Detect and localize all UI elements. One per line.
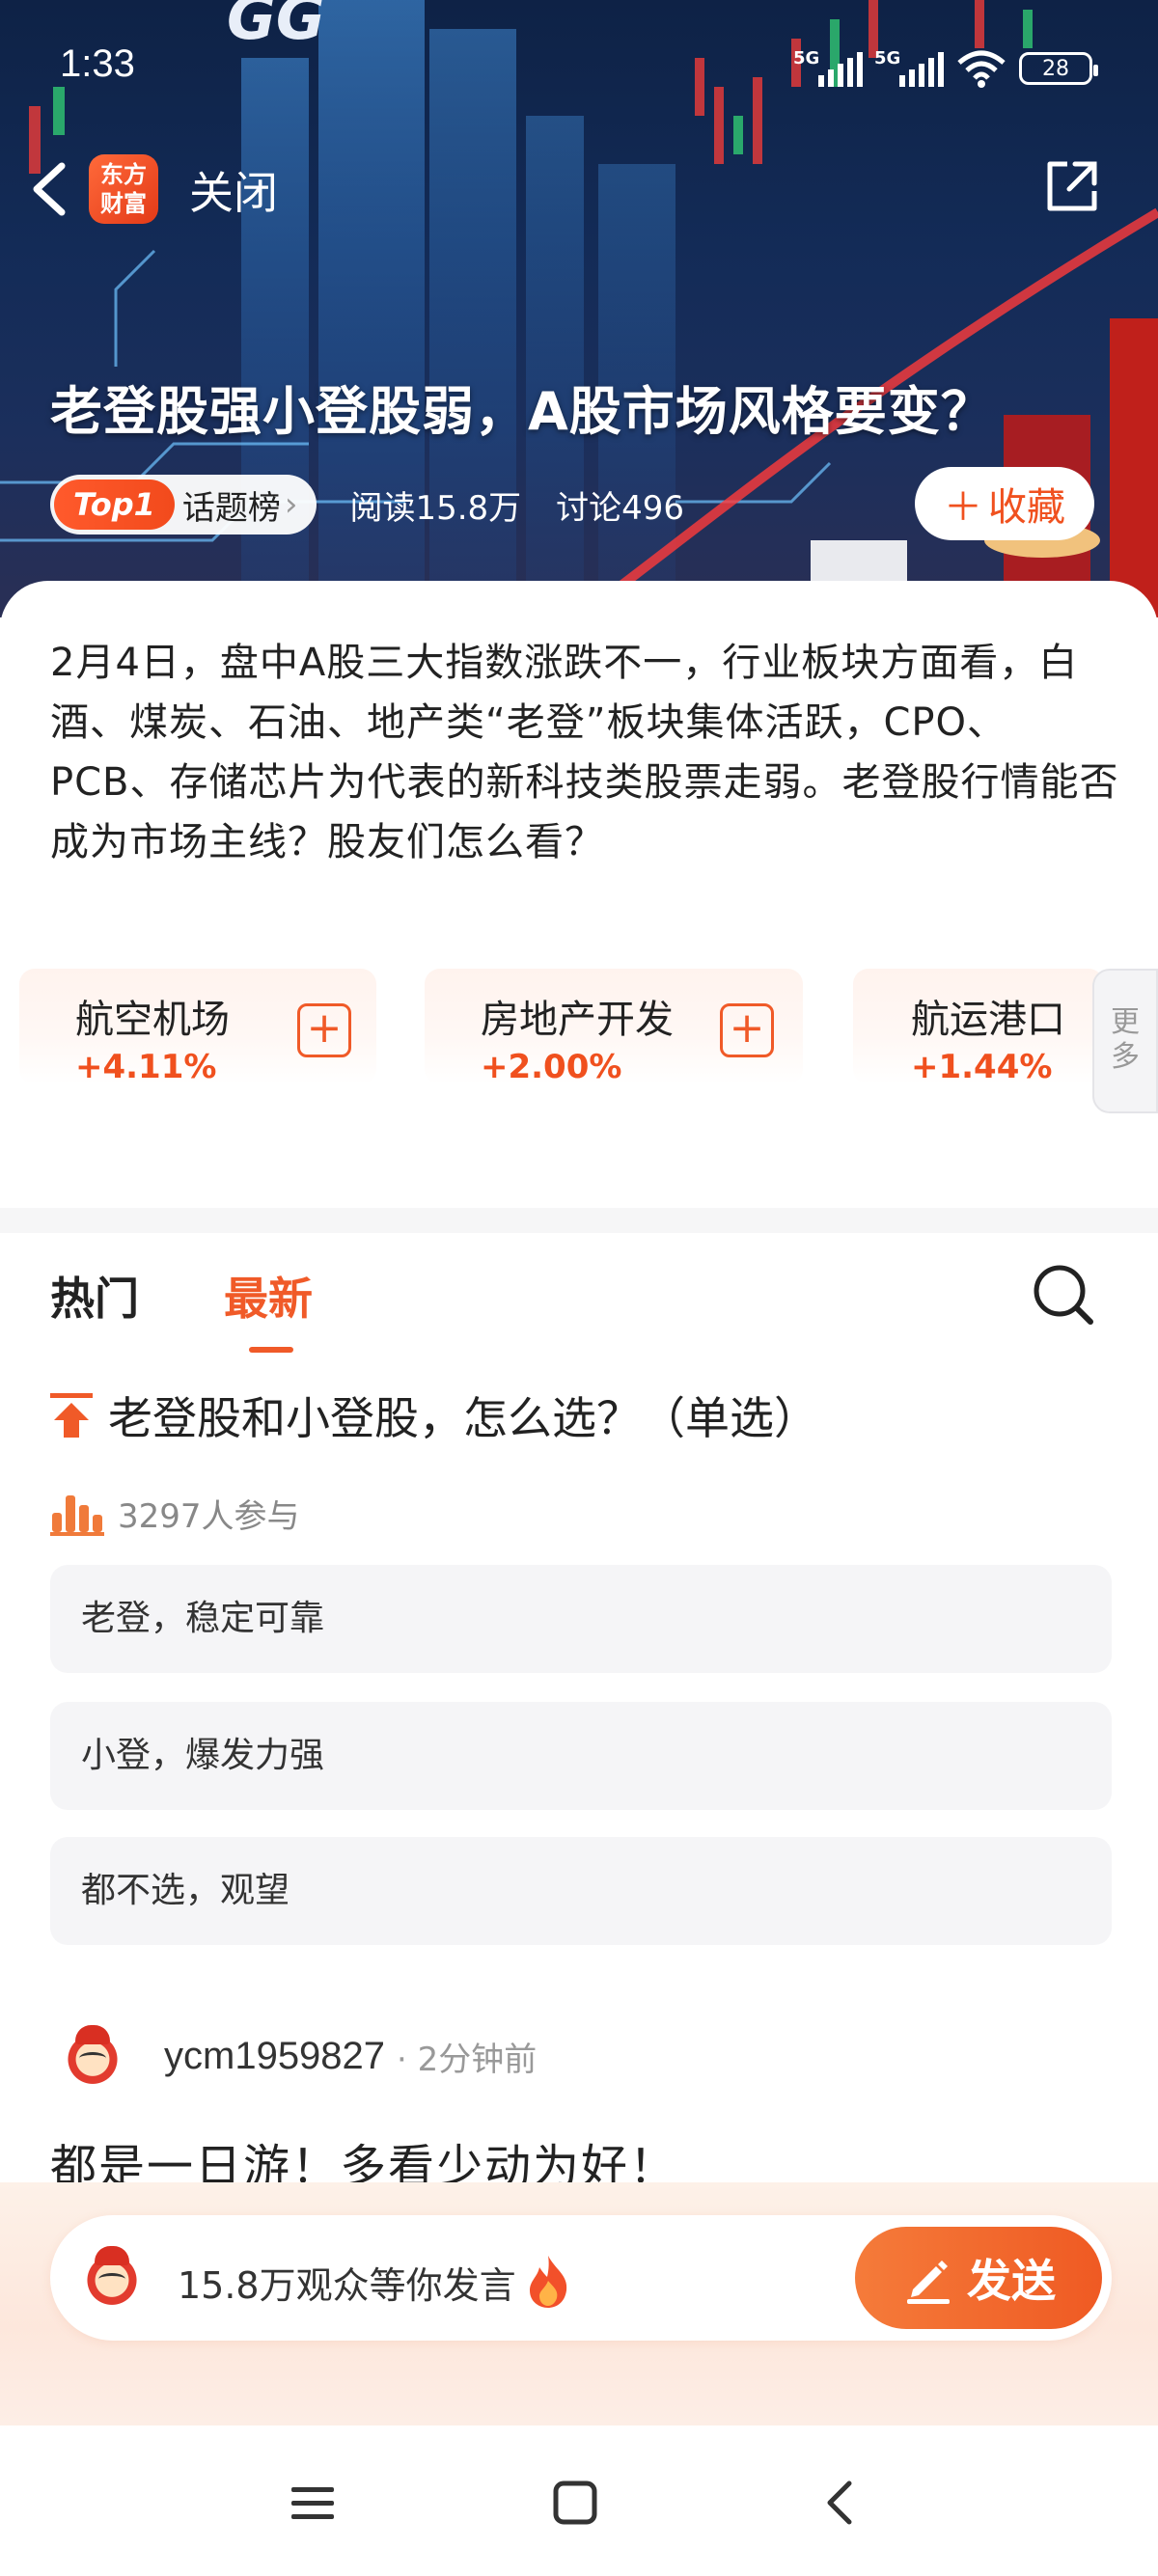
clock: 1:33 <box>60 42 135 85</box>
edit-pen-icon <box>907 2261 950 2304</box>
sector-change: +2.00% <box>481 1048 622 1086</box>
avatar <box>79 2244 145 2310</box>
avatar[interactable] <box>60 2023 125 2089</box>
back-icon[interactable] <box>811 2474 868 2532</box>
send-button[interactable]: 发送 <box>855 2227 1102 2329</box>
placeholder-text: 15.8万观众等你发言 <box>178 2263 516 2307</box>
topic-rank-link[interactable]: Top1 话题榜 › <box>50 475 317 534</box>
tab-hot[interactable]: 热门 <box>50 1264 139 1328</box>
topic-banner: GG 1:33 5G 5G 28 东方 财富 关闭 老登股强小登股弱，A股市场风… <box>0 0 1158 617</box>
poll-option[interactable]: 老登，稳定可靠 <box>50 1565 1112 1673</box>
tab-latest[interactable]: 最新 <box>224 1264 313 1328</box>
add-watchlist-icon[interactable]: + <box>720 1003 774 1057</box>
rank-badge: Top1 <box>54 480 175 530</box>
fire-icon <box>529 2256 566 2308</box>
comment-header: ycm1959827 · 2分钟前 <box>60 2022 537 2090</box>
more-label: 更多 <box>1111 1005 1140 1074</box>
menu-icon[interactable] <box>284 2474 342 2532</box>
battery-icon: 28 <box>1019 52 1098 85</box>
poll-question: 老登股和小登股，怎么选？（单选） <box>50 1384 818 1447</box>
logo-text: 财富 <box>100 190 147 217</box>
poll-option[interactable]: 小登，爆发力强 <box>50 1702 1112 1810</box>
section-divider <box>0 1208 1158 1233</box>
poll-option[interactable]: 都不选，观望 <box>50 1837 1112 1945</box>
poll-participants-text: 3297人参与 <box>118 1497 300 1536</box>
poll-participants: 3297人参与 <box>50 1490 300 1537</box>
discussion-count: 讨论496 <box>556 488 685 528</box>
logo-text: 东方 <box>100 161 147 188</box>
topic-title: 老登股强小登股弱，A股市场风格要变？ <box>50 381 994 442</box>
topic-meta: Top1 话题榜 › 阅读15.8万 讨论496 <box>50 473 684 536</box>
share-icon[interactable] <box>1044 158 1100 214</box>
sector-card[interactable]: 航空机场 +4.11% + <box>19 969 376 1086</box>
plus-icon: ＋ <box>944 485 982 530</box>
close-button[interactable]: 关闭 <box>189 158 278 222</box>
sector-card[interactable]: 航运港口 +1.44% <box>853 969 1104 1086</box>
sector-card[interactable]: 房地产开发 +2.00% + <box>425 969 803 1086</box>
sector-list: 航空机场 +4.11% + 房地产开发 +2.00% + 航运港口 +1.44% <box>0 969 1158 1090</box>
pin-top-icon <box>50 1393 93 1438</box>
comment-time: · 2分钟前 <box>397 2040 538 2079</box>
sector-name: 航运港口 <box>911 998 1065 1042</box>
comment-input-placeholder[interactable]: 15.8万观众等你发言 <box>178 2254 572 2310</box>
bar-chart-icon <box>50 1494 104 1536</box>
chevron-right-icon: › <box>284 485 298 524</box>
wifi-icon <box>957 50 1006 88</box>
signal-icon: 5G <box>874 48 944 87</box>
poll-question-text: 老登股和小登股，怎么选？（单选） <box>108 1392 818 1444</box>
search-icon[interactable] <box>1031 1262 1096 1328</box>
system-nav-bar <box>0 2425 1158 2576</box>
sector-name: 房地产开发 <box>481 998 674 1042</box>
top-nav: 东方 财富 关闭 <box>0 145 1158 232</box>
status-bar: 1:33 5G 5G 28 <box>0 39 1158 96</box>
back-arrow-icon[interactable] <box>25 160 73 218</box>
comment-input-bar[interactable]: 15.8万观众等你发言 发送 <box>50 2215 1112 2341</box>
active-tab-indicator <box>249 1347 293 1353</box>
sector-change: +1.44% <box>911 1048 1053 1086</box>
comment-tabs: 热门 最新 <box>0 1254 1158 1360</box>
comment-username[interactable]: ycm1959827 <box>164 2035 385 2078</box>
app-logo: 东方 财富 <box>89 154 158 224</box>
read-count: 阅读15.8万 <box>349 488 522 528</box>
rank-label: 话题榜 <box>181 488 281 528</box>
topic-description: 2月4日，盘中A股三大指数涨跌不一，行业板块方面看，白酒、煤炭、石油、地产类“老… <box>50 641 1119 864</box>
sector-change: +4.11% <box>75 1048 217 1086</box>
favorite-label: 收藏 <box>988 485 1065 530</box>
more-sectors-button[interactable]: 更多 <box>1092 969 1158 1113</box>
status-icons: 5G 5G 28 <box>793 44 1098 93</box>
sector-name: 航空机场 <box>75 998 230 1042</box>
network-type: 5G <box>874 48 901 69</box>
send-label: 发送 <box>967 2255 1056 2307</box>
home-icon[interactable] <box>546 2474 604 2532</box>
add-watchlist-icon[interactable]: + <box>297 1003 351 1057</box>
signal-icon: 5G <box>793 48 863 87</box>
network-type: 5G <box>793 48 820 69</box>
favorite-button[interactable]: ＋ 收藏 <box>915 467 1094 540</box>
